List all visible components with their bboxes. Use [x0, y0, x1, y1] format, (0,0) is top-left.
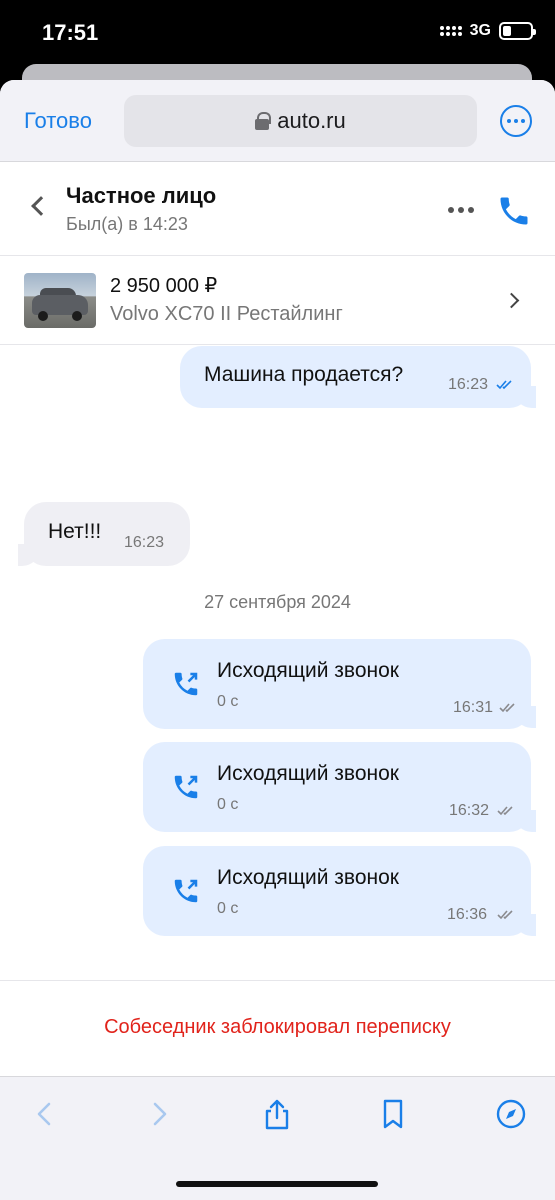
more-options-icon[interactable] — [500, 105, 532, 137]
forward-icon[interactable] — [142, 1097, 176, 1131]
call-duration: 0 с — [217, 693, 239, 710]
back-chevron-icon[interactable] — [31, 196, 51, 216]
listing-model: Volvo XC70 II Рестайлинг — [110, 303, 343, 325]
outgoing-call-icon — [174, 775, 198, 799]
done-button[interactable]: Готово — [24, 108, 92, 134]
browser-bottom-toolbar — [0, 1076, 555, 1200]
message-time: 16:31 — [453, 699, 494, 716]
message-text: Нет!!! — [48, 520, 102, 543]
status-time: 17:51 — [42, 20, 99, 45]
call-title: Исходящий звонок — [217, 659, 399, 682]
listing-row[interactable]: 2 950 000 ₽ Volvo XC70 II Рестайлинг — [0, 257, 555, 345]
blocked-notice: Собеседник заблокировал переписку — [104, 1016, 451, 1038]
browser-toolbar: Готово auto.ru — [0, 80, 555, 162]
sent-ticks-icon — [497, 806, 513, 816]
phone-icon[interactable] — [496, 193, 532, 229]
sent-ticks-icon — [499, 703, 515, 713]
message-time: 16:23 — [124, 534, 165, 551]
message-time: 16:32 — [449, 802, 490, 819]
read-ticks-icon — [496, 380, 512, 390]
call-title: Исходящий звонок — [217, 762, 399, 785]
listing-price: 2 950 000 ₽ — [110, 275, 218, 297]
sent-ticks-icon — [497, 910, 513, 920]
signal-icon — [439, 26, 462, 36]
outgoing-message[interactable]: Машина продается? 16:23 — [180, 346, 531, 408]
call-duration: 0 с — [217, 796, 239, 813]
call-title: Исходящий звонок — [217, 866, 399, 889]
status-bar: 17:51 3G — [0, 0, 555, 70]
chevron-right-icon — [503, 292, 520, 309]
share-icon[interactable] — [260, 1097, 294, 1131]
message-list: Машина продается? 16:23 Нет!!! 16:23 27 … — [0, 346, 555, 980]
outgoing-call-icon — [174, 879, 198, 903]
outgoing-call-icon — [174, 672, 198, 696]
network-label: 3G — [469, 22, 491, 39]
outgoing-call[interactable]: Исходящий звонок 0 с 16:36 — [143, 846, 531, 936]
compass-icon[interactable] — [494, 1097, 528, 1131]
lock-icon — [255, 112, 272, 130]
battery-icon — [499, 22, 536, 40]
outgoing-call[interactable]: Исходящий звонок 0 с 16:31 — [143, 639, 531, 729]
url-text: auto.ru — [277, 108, 346, 133]
bookmark-icon[interactable] — [376, 1097, 410, 1131]
more-icon[interactable] — [448, 207, 474, 213]
chat-header: Частное лицо Был(а) в 14:23 — [0, 163, 555, 256]
contact-name: Частное лицо — [66, 183, 217, 208]
home-indicator — [176, 1181, 378, 1187]
date-separator: 27 сентября 2024 — [204, 592, 351, 612]
incoming-message[interactable]: Нет!!! 16:23 — [24, 502, 190, 566]
blocked-notice-bar: Собеседник заблокировал переписку — [0, 980, 555, 1076]
address-bar[interactable]: auto.ru — [124, 95, 477, 147]
contact-last-seen: Был(а) в 14:23 — [66, 214, 188, 234]
browser-sheet: Готово auto.ru Частное лицо Был(а) в 14:… — [0, 80, 555, 1200]
outgoing-call[interactable]: Исходящий звонок 0 с 16:32 — [143, 742, 531, 832]
message-time: 16:23 — [448, 376, 489, 393]
message-time: 16:36 — [447, 906, 488, 923]
back-icon[interactable] — [28, 1097, 62, 1131]
message-text: Машина продается? — [204, 363, 404, 386]
call-duration: 0 с — [217, 900, 239, 917]
car-thumbnail — [24, 273, 96, 328]
